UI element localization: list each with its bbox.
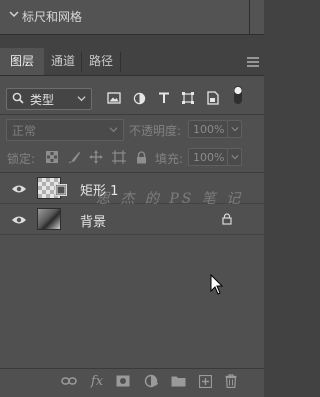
chevron-down-icon[interactable] [8,8,20,20]
mask-icon[interactable] [115,373,131,389]
link-layers-icon[interactable] [61,373,77,389]
adjustment-layer-icon[interactable] [143,373,159,389]
type-filter-icon[interactable] [156,90,172,106]
panel-menu-icon[interactable] [246,56,260,68]
watermark-text: 思 杰 的 PS 笔 记 [96,191,244,207]
adjustment-filter-icon[interactable] [131,90,147,106]
divider [249,0,250,34]
lock-image-pixels-icon[interactable] [66,149,82,165]
lock-transparent-pixels-icon[interactable] [44,149,60,165]
lock-label: 锁定: [7,152,36,166]
filter-toggle-icon[interactable] [230,86,246,104]
delete-icon[interactable] [223,373,239,389]
smart-object-filter-icon[interactable] [205,90,221,106]
panel-gap [0,35,264,49]
search-icon [12,92,24,104]
lock-all-icon[interactable] [133,149,149,165]
shape-layer-icon [55,184,67,196]
group-folder-icon[interactable] [170,373,186,389]
eye-icon[interactable] [10,211,28,229]
layer-name[interactable]: 背景 [80,211,106,230]
chevron-down-icon [108,124,118,134]
new-layer-icon[interactable] [197,373,213,389]
eye-icon[interactable] [10,180,28,198]
chevron-down-icon [76,93,86,103]
image-filter-icon[interactable] [106,90,122,106]
fx-icon[interactable]: fx [89,373,105,389]
tab-paths[interactable]: 路径 [82,48,120,75]
tab-divider [120,52,121,72]
shape-filter-icon[interactable] [180,90,196,106]
opacity-field[interactable]: 100% [188,120,228,138]
tab-channels[interactable]: 通道 [45,48,81,75]
filter-kind-label: 类型 [30,93,55,107]
opacity-label: 不透明度: [129,124,182,138]
fill-field[interactable]: 100% [188,148,228,166]
layer-thumbnail [37,208,61,230]
chevron-down-icon[interactable] [228,148,242,166]
lock-position-icon[interactable] [88,149,104,165]
mouse-cursor-icon [210,273,224,296]
collapsed-panel-title: 标尺和网格 [22,10,83,22]
tab-layers[interactable]: 图层 [0,48,44,75]
lock-artboard-icon[interactable] [111,149,127,165]
divider [0,114,264,115]
lock-icon [221,212,233,226]
fill-label: 填充: [155,152,184,166]
chevron-down-icon[interactable] [228,120,242,138]
blend-mode-value: 正常 [12,124,37,138]
